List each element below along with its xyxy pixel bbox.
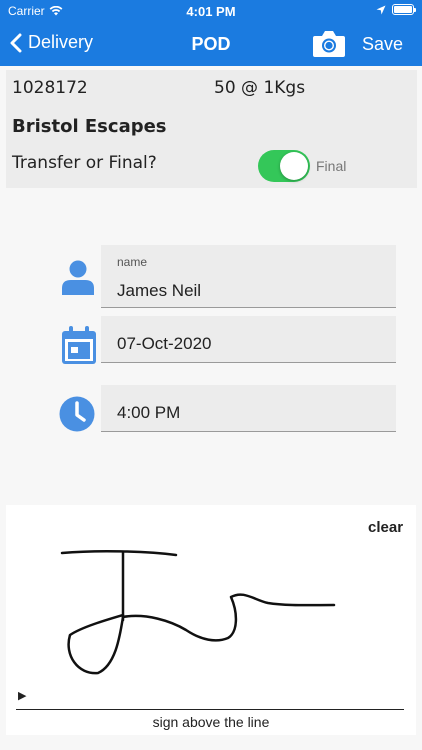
customer-name: Bristol Escapes	[12, 116, 167, 137]
name-field-caption: name	[117, 255, 148, 269]
toggle-knob	[280, 152, 308, 180]
camera-button[interactable]	[312, 28, 346, 58]
battery-icon	[392, 4, 416, 15]
name-field-value: James Neil	[117, 281, 202, 300]
transfer-or-final-label: Transfer or Final?	[12, 153, 157, 173]
person-icon	[62, 260, 94, 295]
clear-signature-button[interactable]: clear	[368, 519, 403, 536]
status-bar: Carrier 4:01 PM	[0, 0, 422, 22]
clock-icon	[59, 396, 95, 432]
signature-drawing	[60, 550, 336, 675]
camera-icon	[313, 31, 345, 57]
play-arrow-icon: ▶	[18, 690, 27, 702]
signature-instruction: sign above the line	[152, 714, 270, 730]
name-field[interactable]: name James Neil	[101, 245, 396, 308]
time-field[interactable]: 4:00 PM	[101, 385, 396, 432]
date-field[interactable]: 07-Oct-2020	[101, 316, 396, 363]
date-field-value: 07-Oct-2020	[117, 334, 212, 353]
order-id: 1028172	[12, 78, 88, 98]
chevron-left-icon	[10, 33, 22, 52]
back-button[interactable]: Delivery	[10, 32, 93, 53]
back-button-label: Delivery	[28, 32, 94, 52]
nav-bar: Delivery POD Save	[0, 22, 422, 66]
calendar-icon	[62, 326, 96, 364]
signature-pad[interactable]: clear ▶ sign above the line	[6, 505, 416, 735]
quantity-label: 50 @ 1Kgs	[214, 78, 306, 98]
toggle-state-label: Final	[316, 158, 347, 174]
save-button[interactable]: Save	[362, 34, 403, 55]
delivery-info-panel: 1028172 50 @ 1Kgs Bristol Escapes Transf…	[6, 70, 417, 188]
status-time: 4:01 PM	[186, 4, 236, 19]
location-arrow-icon	[376, 5, 386, 14]
transfer-final-toggle[interactable]	[258, 150, 310, 182]
signature-line	[16, 709, 404, 710]
time-row: 4:00 PM	[0, 385, 422, 432]
date-row: 07-Oct-2020	[0, 316, 422, 364]
status-right	[376, 4, 416, 15]
time-field-value: 4:00 PM	[117, 403, 181, 422]
name-row: name James Neil	[0, 245, 422, 309]
